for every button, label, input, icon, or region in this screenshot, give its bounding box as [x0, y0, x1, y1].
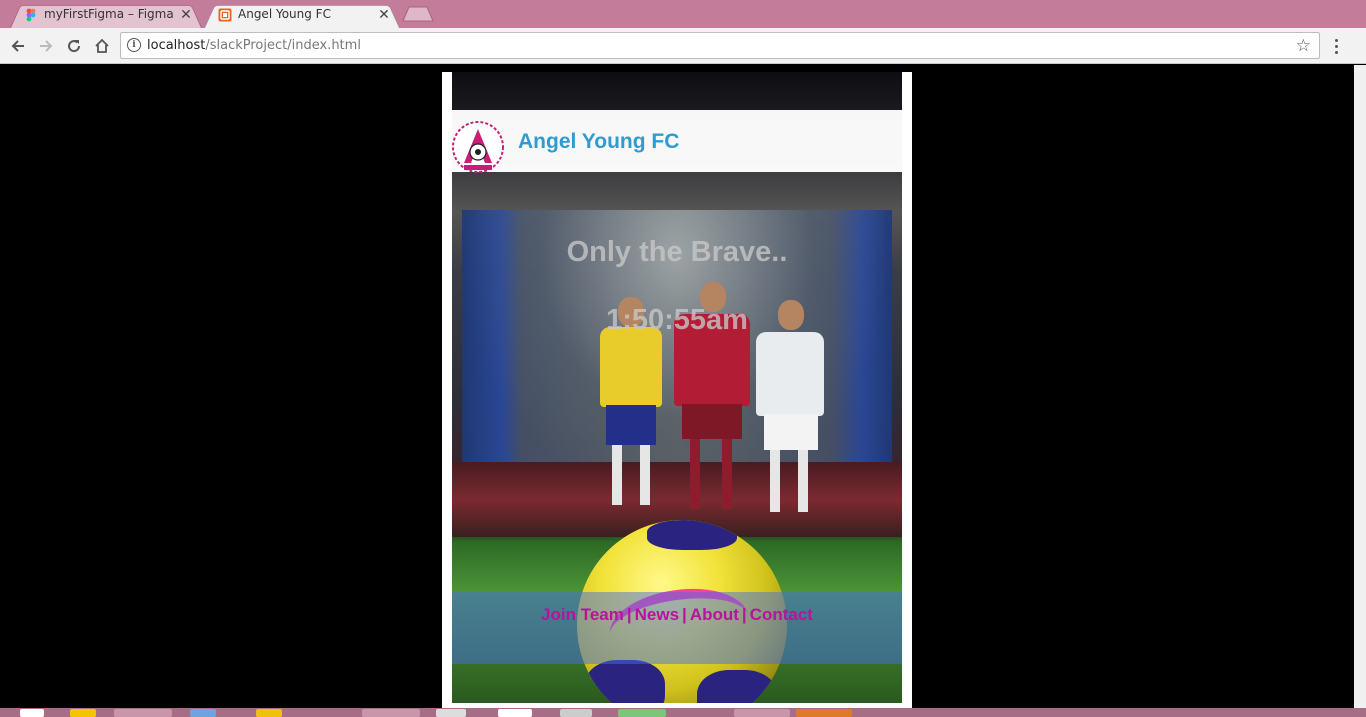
home-icon: [95, 38, 109, 53]
chrome-icon[interactable]: [362, 709, 420, 717]
taskbar-item[interactable]: [114, 709, 172, 717]
nav-separator: |: [741, 605, 747, 624]
main-nav: Join Team | News | About | Contact: [452, 605, 902, 625]
back-button[interactable]: [6, 34, 30, 58]
scrollbar[interactable]: [1354, 65, 1366, 708]
reload-button[interactable]: [62, 34, 86, 58]
arrow-left-icon: [11, 40, 24, 52]
nav-link-about[interactable]: About: [690, 605, 739, 624]
taskbar-item[interactable]: [618, 709, 666, 717]
nav-separator: |: [626, 605, 632, 624]
tab-angel-young[interactable]: Angel Young FC ✕: [204, 2, 400, 28]
star-icon[interactable]: ☆: [1296, 36, 1311, 56]
tab-figma[interactable]: myFirstFigma – Figma ✕: [10, 2, 202, 28]
html-file-icon: [218, 8, 232, 22]
address-bar[interactable]: i localhost/slackProject/index.html ☆: [120, 32, 1320, 59]
taskbar-item[interactable]: [190, 709, 216, 717]
taskbar-item[interactable]: [734, 709, 790, 717]
nav-link-news[interactable]: News: [635, 605, 679, 624]
nav-band: [452, 592, 902, 664]
new-tab-button[interactable]: [401, 6, 435, 22]
taskbar: [0, 708, 1366, 717]
nav-link-contact[interactable]: Contact: [750, 605, 813, 624]
start-icon[interactable]: [20, 709, 44, 717]
nav-link-join-team[interactable]: Join Team: [541, 605, 624, 624]
live-clock: 1:50:55am: [606, 304, 748, 336]
tab-title: myFirstFigma – Figma: [44, 7, 174, 21]
close-icon[interactable]: ✕: [376, 6, 392, 23]
tab-strip: myFirstFigma – Figma ✕ Angel Young FC ✕: [0, 0, 1366, 28]
club-logo[interactable]: [450, 119, 506, 175]
page-container: Angel Young FC Only the Brave.. 1:50:55a…: [442, 72, 912, 708]
figma-icon: [26, 8, 36, 22]
taskbar-item[interactable]: [796, 709, 852, 717]
home-button[interactable]: [90, 34, 114, 58]
url-text: localhost/slackProject/index.html: [147, 38, 361, 53]
taskbar-item[interactable]: [436, 709, 466, 717]
reload-icon: [68, 40, 81, 53]
arrow-right-icon: [40, 40, 53, 52]
forward-button[interactable]: [34, 34, 58, 58]
nav-separator: |: [682, 605, 687, 624]
taskbar-item[interactable]: [560, 709, 592, 717]
tab-title: Angel Young FC: [238, 7, 331, 21]
browser-icon[interactable]: [70, 709, 96, 717]
taskbar-item[interactable]: [256, 709, 282, 717]
site-title[interactable]: Angel Young FC: [518, 130, 679, 154]
browser-toolbar: i localhost/slackProject/index.html ☆: [0, 28, 1366, 64]
page-viewport: Angel Young FC Only the Brave.. 1:50:55a…: [0, 65, 1354, 708]
taskbar-item[interactable]: [498, 709, 532, 717]
slogan: Only the Brave..: [566, 236, 788, 268]
menu-icon[interactable]: [1326, 36, 1346, 56]
info-icon[interactable]: i: [127, 38, 141, 52]
close-icon[interactable]: ✕: [178, 6, 194, 23]
